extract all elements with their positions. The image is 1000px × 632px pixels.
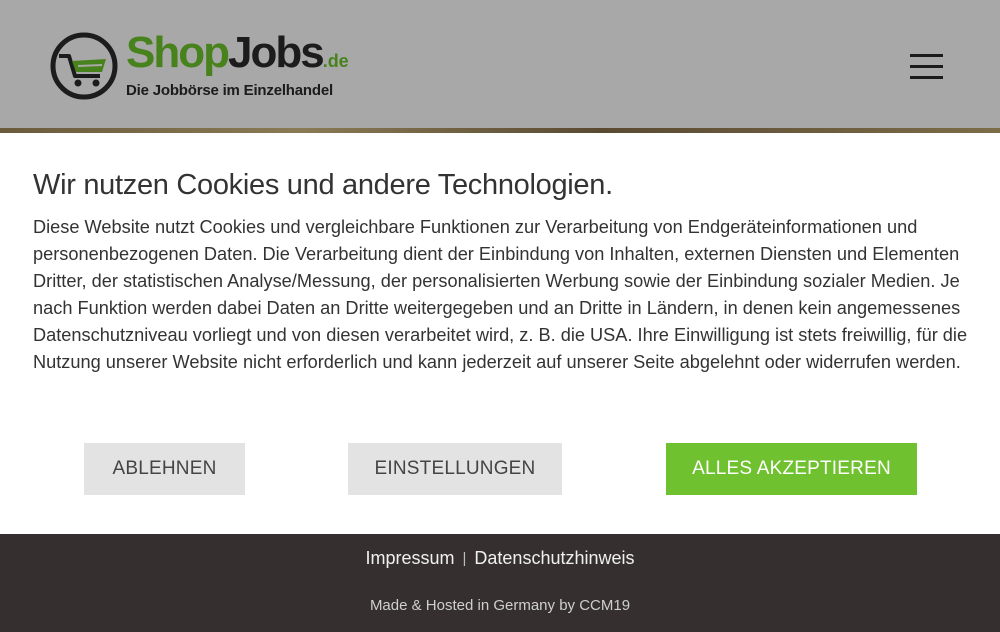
footer-links: Impressum | Datenschutzhinweis — [0, 548, 1000, 569]
cookie-banner-title: Wir nutzen Cookies und andere Technologi… — [33, 169, 613, 201]
privacy-link[interactable]: Datenschutzhinweis — [474, 548, 634, 568]
cookie-consent-banner: Wir nutzen Cookies und andere Technologi… — [0, 133, 1000, 534]
footer-credit: Made & Hosted in Germany by CCM19 — [369, 597, 631, 614]
reject-button[interactable]: ABLEHNEN — [84, 443, 245, 495]
overlay-dim — [0, 0, 1000, 132]
impressum-link[interactable]: Impressum — [365, 548, 454, 568]
footer-separator: | — [462, 550, 467, 567]
site-footer: Impressum | Datenschutzhinweis Made & Host… — [0, 534, 1000, 632]
accept-all-button[interactable]: ALLES AKZEPTIEREN — [666, 443, 917, 495]
cookie-banner-text: Diese Website nutzt Cookies und vergleic… — [33, 217, 968, 372]
settings-button[interactable]: EINSTELLUNGEN — [348, 443, 562, 495]
